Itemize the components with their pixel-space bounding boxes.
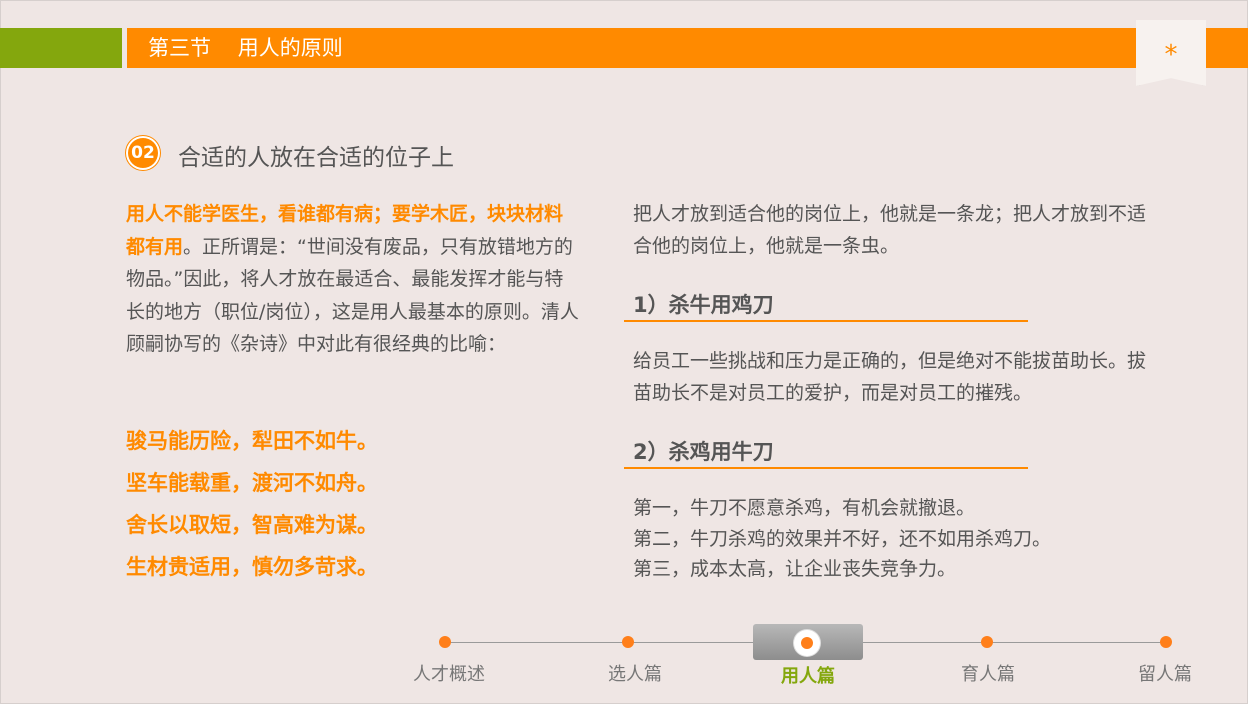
subheading-2-underline xyxy=(624,467,1028,469)
timeline-dot-retention[interactable] xyxy=(1160,636,1172,648)
poem-line: 舍长以取短，智高难为谋。 xyxy=(126,513,378,537)
timeline-item-employment[interactable]: 用人篇 xyxy=(748,664,868,690)
section-1-body: 给员工一些挑战和压力是正确的，但是绝对不能拔苗助长。拔苗助长不是对员工的爱护，而… xyxy=(633,350,1147,404)
poem-line: 坚车能载重，渡河不如舟。 xyxy=(126,471,378,495)
subheading-2: 2）杀鸡用牛刀 xyxy=(633,440,774,464)
header-green-accent xyxy=(0,28,122,68)
section-2-list: 第一，牛刀不愿意杀鸡，有机会就撤退。 第二，牛刀杀鸡的效果并不好，还不如用杀鸡刀… xyxy=(633,493,1153,585)
left-paragraph: 用人不能学医生，看谁都有病；要学木匠，块块材料都有用。正所谓是：“世间没有废品，… xyxy=(126,198,581,361)
subheading-1-underline xyxy=(624,320,1028,322)
body-text: 。正所谓是：“世间没有废品，只有放错地方的物品。”因此，将人才放在最适合、最能发… xyxy=(126,235,579,356)
poem-block: 骏马能历险，犁田不如牛。 坚车能载重，渡河不如舟。 舍长以取短，智高难为谋。 生… xyxy=(126,420,378,588)
right-intro: 把人才放到适合他的岗位上，他就是一条龙；把人才放到不适合他的岗位上，他就是一条虫… xyxy=(633,203,1147,257)
timeline-item-retention[interactable]: 留人篇 xyxy=(1105,662,1225,688)
section-number-badge: 02 xyxy=(126,136,160,170)
subheading-1: 1）杀牛用鸡刀 xyxy=(633,293,774,317)
timeline-item-selection[interactable]: 选人篇 xyxy=(575,662,695,688)
timeline-item-talent-overview[interactable]: 人才概述 xyxy=(389,662,509,688)
poem-line: 生材贵适用，慎勿多苛求。 xyxy=(126,555,378,579)
list-item: 第三，成本太高，让企业丧失竞争力。 xyxy=(633,558,957,580)
bookmark-tab: * xyxy=(1136,20,1206,86)
list-item: 第二，牛刀杀鸡的效果并不好，还不如用杀鸡刀。 xyxy=(633,527,1052,550)
timeline-dot-employment-active[interactable] xyxy=(794,630,820,656)
list-item: 第一，牛刀不愿意杀鸡，有机会就撤退。 xyxy=(633,497,976,519)
timeline-item-development[interactable]: 育人篇 xyxy=(928,662,1048,688)
timeline-dot-development[interactable] xyxy=(981,636,993,648)
asterisk-icon: * xyxy=(1164,40,1178,70)
poem-line: 骏马能历险，犁田不如牛。 xyxy=(126,429,378,453)
timeline-dot-talent-overview[interactable] xyxy=(439,636,451,648)
page-heading: 合适的人放在合适的位子上 xyxy=(178,145,454,171)
timeline-dot-selection[interactable] xyxy=(622,636,634,648)
section-title: 第三节 用人的原则 xyxy=(148,36,343,60)
